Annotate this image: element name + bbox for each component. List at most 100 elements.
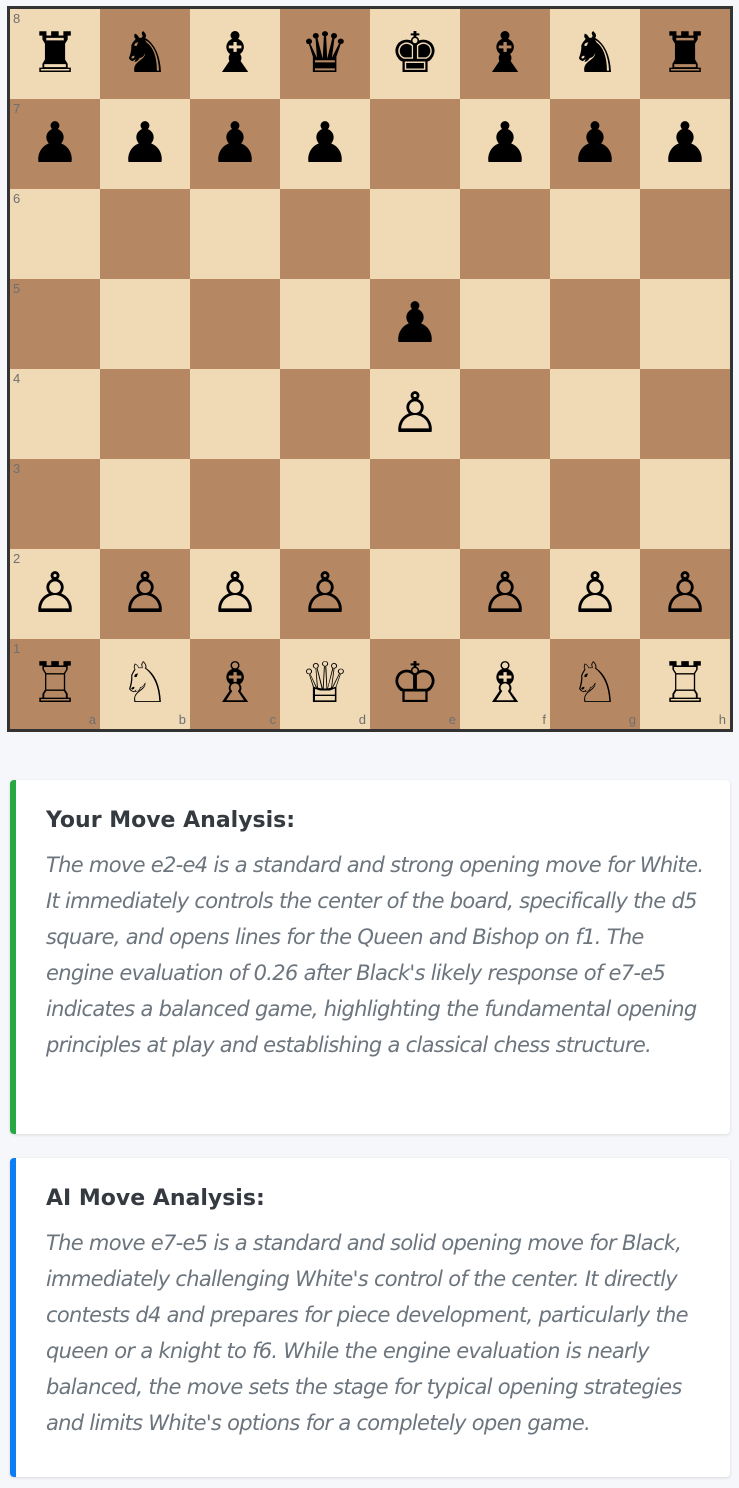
- square-g4[interactable]: [550, 369, 640, 459]
- black-pawn-icon[interactable]: ♟: [300, 116, 350, 172]
- square-f8[interactable]: ♝: [460, 9, 550, 99]
- black-bishop-icon[interactable]: ♝: [210, 26, 260, 82]
- square-h1[interactable]: h ♖: [640, 639, 730, 729]
- white-knight-icon[interactable]: ♘: [120, 656, 170, 712]
- black-pawn-icon[interactable]: ♟: [660, 116, 710, 172]
- square-b6[interactable]: [100, 189, 190, 279]
- black-pawn-icon[interactable]: ♟: [210, 116, 260, 172]
- black-pawn-icon[interactable]: ♟: [480, 116, 530, 172]
- square-a6[interactable]: 6: [10, 189, 100, 279]
- white-pawn-icon[interactable]: ♙: [120, 566, 170, 622]
- square-a8[interactable]: 8 ♜: [10, 9, 100, 99]
- square-c8[interactable]: ♝: [190, 9, 280, 99]
- square-c1[interactable]: c ♗: [190, 639, 280, 729]
- square-f4[interactable]: [460, 369, 550, 459]
- white-pawn-icon[interactable]: ♙: [300, 566, 350, 622]
- square-f1[interactable]: f ♗: [460, 639, 550, 729]
- square-g1[interactable]: g ♘: [550, 639, 640, 729]
- square-g3[interactable]: [550, 459, 640, 549]
- square-f7[interactable]: ♟: [460, 99, 550, 189]
- square-f6[interactable]: [460, 189, 550, 279]
- black-king-icon[interactable]: ♚: [390, 26, 440, 82]
- square-f2[interactable]: ♙: [460, 549, 550, 639]
- square-g6[interactable]: [550, 189, 640, 279]
- black-pawn-icon[interactable]: ♟: [390, 296, 440, 352]
- square-h5[interactable]: [640, 279, 730, 369]
- black-pawn-icon[interactable]: ♟: [570, 116, 620, 172]
- square-b1[interactable]: b ♘: [100, 639, 190, 729]
- white-pawn-icon[interactable]: ♙: [30, 566, 80, 622]
- analysis-panel: Your Move Analysis: The move e2-e4 is a …: [0, 755, 739, 1488]
- square-e5[interactable]: ♟: [370, 279, 460, 369]
- square-h8[interactable]: ♜: [640, 9, 730, 99]
- white-pawn-icon[interactable]: ♙: [480, 566, 530, 622]
- square-a5[interactable]: 5: [10, 279, 100, 369]
- square-g7[interactable]: ♟: [550, 99, 640, 189]
- square-f5[interactable]: [460, 279, 550, 369]
- square-b7[interactable]: ♟: [100, 99, 190, 189]
- white-pawn-icon[interactable]: ♙: [570, 566, 620, 622]
- square-d7[interactable]: ♟: [280, 99, 370, 189]
- square-b3[interactable]: [100, 459, 190, 549]
- square-d5[interactable]: [280, 279, 370, 369]
- white-rook-icon[interactable]: ♖: [30, 656, 80, 712]
- square-c6[interactable]: [190, 189, 280, 279]
- square-h2[interactable]: ♙: [640, 549, 730, 639]
- square-b5[interactable]: [100, 279, 190, 369]
- square-h3[interactable]: [640, 459, 730, 549]
- square-c5[interactable]: [190, 279, 280, 369]
- ai-move-analysis-card: AI Move Analysis: The move e7-e5 is a st…: [10, 1158, 730, 1477]
- black-knight-icon[interactable]: ♞: [120, 26, 170, 82]
- square-d1[interactable]: d ♕: [280, 639, 370, 729]
- square-b4[interactable]: [100, 369, 190, 459]
- square-e6[interactable]: [370, 189, 460, 279]
- square-d8[interactable]: ♛: [280, 9, 370, 99]
- rank-label: 4: [13, 371, 21, 386]
- square-a3[interactable]: 3: [10, 459, 100, 549]
- square-d3[interactable]: [280, 459, 370, 549]
- white-bishop-icon[interactable]: ♗: [480, 656, 530, 712]
- white-pawn-icon[interactable]: ♙: [390, 386, 440, 442]
- square-e4[interactable]: ♙: [370, 369, 460, 459]
- white-pawn-icon[interactable]: ♙: [210, 566, 260, 622]
- square-e3[interactable]: [370, 459, 460, 549]
- square-h4[interactable]: [640, 369, 730, 459]
- square-g8[interactable]: ♞: [550, 9, 640, 99]
- square-g2[interactable]: ♙: [550, 549, 640, 639]
- square-b8[interactable]: ♞: [100, 9, 190, 99]
- square-d6[interactable]: [280, 189, 370, 279]
- white-king-icon[interactable]: ♔: [390, 656, 440, 712]
- square-a4[interactable]: 4: [10, 369, 100, 459]
- square-a1[interactable]: 1 a ♖: [10, 639, 100, 729]
- square-c2[interactable]: ♙: [190, 549, 280, 639]
- square-e8[interactable]: ♚: [370, 9, 460, 99]
- square-e2[interactable]: [370, 549, 460, 639]
- square-g5[interactable]: [550, 279, 640, 369]
- square-e7[interactable]: [370, 99, 460, 189]
- black-rook-icon[interactable]: ♜: [30, 26, 80, 82]
- square-f3[interactable]: [460, 459, 550, 549]
- white-queen-icon[interactable]: ♕: [300, 656, 350, 712]
- black-knight-icon[interactable]: ♞: [570, 26, 620, 82]
- black-rook-icon[interactable]: ♜: [660, 26, 710, 82]
- black-bishop-icon[interactable]: ♝: [480, 26, 530, 82]
- square-a7[interactable]: 7 ♟: [10, 99, 100, 189]
- square-a2[interactable]: 2 ♙: [10, 549, 100, 639]
- white-rook-icon[interactable]: ♖: [660, 656, 710, 712]
- black-pawn-icon[interactable]: ♟: [120, 116, 170, 172]
- white-knight-icon[interactable]: ♘: [570, 656, 620, 712]
- square-h7[interactable]: ♟: [640, 99, 730, 189]
- white-pawn-icon[interactable]: ♙: [660, 566, 710, 622]
- black-queen-icon[interactable]: ♛: [300, 26, 350, 82]
- square-d4[interactable]: [280, 369, 370, 459]
- square-c3[interactable]: [190, 459, 280, 549]
- chess-board[interactable]: 8 ♜ ♞ ♝ ♛ ♚ ♝ ♞ ♜ 7 ♟ ♟ ♟ ♟ ♟ ♟ ♟ 6 5 ♟ 4 ♙ 3 2 ♙ ♙ ♙ ♙ ♙ ♙ ♙ 1 a ♖ b ♘ c ♗ d ♕…: [10, 9, 730, 729]
- white-bishop-icon[interactable]: ♗: [210, 656, 260, 712]
- square-h6[interactable]: [640, 189, 730, 279]
- square-b2[interactable]: ♙: [100, 549, 190, 639]
- square-e1[interactable]: e ♔: [370, 639, 460, 729]
- black-pawn-icon[interactable]: ♟: [30, 116, 80, 172]
- square-c4[interactable]: [190, 369, 280, 459]
- square-d2[interactable]: ♙: [280, 549, 370, 639]
- square-c7[interactable]: ♟: [190, 99, 280, 189]
